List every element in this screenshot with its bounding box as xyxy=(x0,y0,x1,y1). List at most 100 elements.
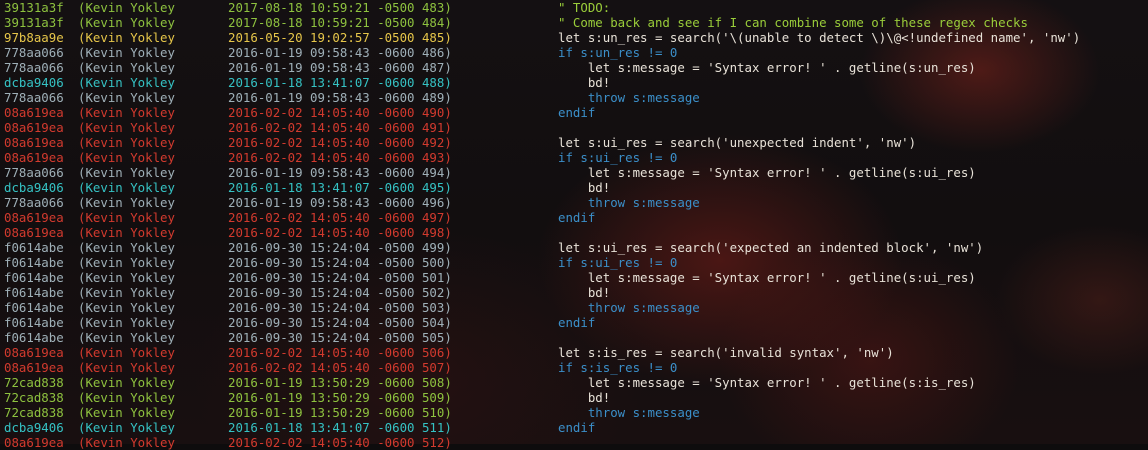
blame-line[interactable]: dcba9406 (Kevin Yokley 2016-01-18 13:41:07… xyxy=(4,75,452,90)
code-line[interactable]: let s:message = 'Syntax error! ' . getli… xyxy=(558,60,1080,75)
code-line[interactable]: bd! xyxy=(558,285,1080,300)
code-line[interactable]: if s:ui_res != 0 xyxy=(558,255,1080,270)
blame-line[interactable]: 08a619ea (Kevin Yokley 2016-02-02 14:05:40… xyxy=(4,435,452,450)
commit-author: (Kevin Yokley xyxy=(78,240,175,255)
blame-line[interactable]: f0614abe (Kevin Yokley 2016-09-30 15:24:04… xyxy=(4,255,452,270)
code-line[interactable]: endif xyxy=(558,315,1080,330)
blame-line[interactable]: 39131a3f (Kevin Yokley 2017-08-18 10:59:21… xyxy=(4,0,452,15)
blame-line[interactable]: f0614abe (Kevin Yokley 2016-09-30 15:24:04… xyxy=(4,285,452,300)
commit-date-line-number: 2016-02-02 14:05:40 -0600 512) xyxy=(228,435,452,450)
commit-date-line-number: 2016-09-30 15:24:04 -0500 500) xyxy=(228,255,452,270)
code-line[interactable] xyxy=(558,120,1080,135)
blame-line[interactable]: f0614abe (Kevin Yokley 2016-09-30 15:24:04… xyxy=(4,330,452,345)
commit-hash: f0614abe xyxy=(4,285,64,300)
blame-line[interactable]: f0614abe (Kevin Yokley 2016-09-30 15:24:04… xyxy=(4,300,452,315)
commit-author: (Kevin Yokley xyxy=(78,405,175,420)
code-line[interactable] xyxy=(558,225,1080,240)
blame-line[interactable]: 778aa066 (Kevin Yokley 2016-01-19 09:58:43… xyxy=(4,45,452,60)
commit-hash: dcba9406 xyxy=(4,75,64,90)
code-line[interactable]: let s:message = 'Syntax error! ' . getli… xyxy=(558,165,1080,180)
code-line[interactable]: throw s:message xyxy=(558,405,1080,420)
blame-line[interactable]: f0614abe (Kevin Yokley 2016-09-30 15:24:04… xyxy=(4,240,452,255)
commit-author: (Kevin Yokley xyxy=(78,45,175,60)
blame-line[interactable]: 08a619ea (Kevin Yokley 2016-02-02 14:05:40… xyxy=(4,135,452,150)
blame-line[interactable]: 39131a3f (Kevin Yokley 2017-08-18 10:59:21… xyxy=(4,15,452,30)
commit-hash: f0614abe xyxy=(4,315,64,330)
commit-hash: dcba9406 xyxy=(4,180,64,195)
commit-date-line-number: 2016-09-30 15:24:04 -0500 499) xyxy=(228,240,452,255)
code-line[interactable]: endif xyxy=(558,210,1080,225)
blame-line[interactable]: 08a619ea (Kevin Yokley 2016-02-02 14:05:40… xyxy=(4,225,452,240)
commit-hash: 08a619ea xyxy=(4,345,64,360)
blame-line[interactable]: 778aa066 (Kevin Yokley 2016-01-19 09:58:43… xyxy=(4,60,452,75)
code-line[interactable]: throw s:message xyxy=(558,90,1080,105)
blame-line[interactable]: f0614abe (Kevin Yokley 2016-09-30 15:24:04… xyxy=(4,315,452,330)
commit-hash: dcba9406 xyxy=(4,420,64,435)
code-line[interactable]: if s:ui_res != 0 xyxy=(558,150,1080,165)
commit-date-line-number: 2016-09-30 15:24:04 -0500 505) xyxy=(228,330,452,345)
commit-date-line-number: 2016-02-02 14:05:40 -0600 493) xyxy=(228,150,452,165)
code-line[interactable]: if s:is_res != 0 xyxy=(558,360,1080,375)
code-line[interactable]: bd! xyxy=(558,75,1080,90)
source-code-pane[interactable]: " TODO: " Come back and see if I can comb… xyxy=(558,0,1080,450)
commit-date-line-number: 2016-05-20 19:02:57 -0500 485) xyxy=(228,30,452,45)
blame-line[interactable]: 72cad838 (Kevin Yokley 2016-01-19 13:50:29… xyxy=(4,390,452,405)
code-line[interactable] xyxy=(558,435,1080,450)
blame-line[interactable]: 08a619ea (Kevin Yokley 2016-02-02 14:05:40… xyxy=(4,345,452,360)
code-line[interactable]: let s:ui_res = search('unexpected indent… xyxy=(558,135,1080,150)
code-line[interactable] xyxy=(558,330,1080,345)
commit-author: (Kevin Yokley xyxy=(78,165,175,180)
blame-line[interactable]: 778aa066 (Kevin Yokley 2016-01-19 09:58:43… xyxy=(4,90,452,105)
blame-line[interactable]: 08a619ea (Kevin Yokley 2016-02-02 14:05:40… xyxy=(4,120,452,135)
commit-hash: 778aa066 xyxy=(4,60,64,75)
commit-author: (Kevin Yokley xyxy=(78,315,175,330)
blame-line[interactable]: 08a619ea (Kevin Yokley 2016-02-02 14:05:40… xyxy=(4,150,452,165)
blame-line[interactable]: dcba9406 (Kevin Yokley 2016-01-18 13:41:07… xyxy=(4,180,452,195)
commit-hash: 72cad838 xyxy=(4,405,64,420)
commit-hash: f0614abe xyxy=(4,255,64,270)
commit-hash: 08a619ea xyxy=(4,435,64,450)
blame-line[interactable]: 97b8aa9e (Kevin Yokley 2016-05-20 19:02:57… xyxy=(4,30,452,45)
commit-date-line-number: 2016-01-19 13:50:29 -0600 510) xyxy=(228,405,452,420)
blame-line[interactable]: 72cad838 (Kevin Yokley 2016-01-19 13:50:29… xyxy=(4,405,452,420)
commit-hash: 39131a3f xyxy=(4,15,64,30)
code-line[interactable]: " Come back and see if I can combine som… xyxy=(558,15,1080,30)
code-line[interactable]: if s:un_res != 0 xyxy=(558,45,1080,60)
code-line[interactable]: let s:message = 'Syntax error! ' . getli… xyxy=(558,375,1080,390)
code-line[interactable]: endif xyxy=(558,105,1080,120)
code-line[interactable]: bd! xyxy=(558,180,1080,195)
code-line[interactable]: let s:ui_res = search('expected an inden… xyxy=(558,240,1080,255)
git-blame-pane[interactable]: 39131a3f (Kevin Yokley 2017-08-18 10:59:21… xyxy=(4,0,452,450)
code-line[interactable]: let s:message = 'Syntax error! ' . getli… xyxy=(558,270,1080,285)
commit-author: (Kevin Yokley xyxy=(78,150,175,165)
code-line[interactable]: let s:is_res = search('invalid syntax', … xyxy=(558,345,1080,360)
commit-date-line-number: 2016-01-19 13:50:29 -0600 509) xyxy=(228,390,452,405)
blame-line[interactable]: dcba9406 (Kevin Yokley 2016-01-18 13:41:07… xyxy=(4,420,452,435)
commit-author: (Kevin Yokley xyxy=(78,75,175,90)
commit-hash: f0614abe xyxy=(4,240,64,255)
commit-author: (Kevin Yokley xyxy=(78,120,175,135)
code-line[interactable]: throw s:message xyxy=(558,195,1080,210)
code-line[interactable]: throw s:message xyxy=(558,300,1080,315)
commit-author: (Kevin Yokley xyxy=(78,60,175,75)
blame-line[interactable]: 08a619ea (Kevin Yokley 2016-02-02 14:05:40… xyxy=(4,105,452,120)
commit-author: (Kevin Yokley xyxy=(78,135,175,150)
code-line[interactable]: endif xyxy=(558,420,1080,435)
commit-date-line-number: 2016-09-30 15:24:04 -0500 502) xyxy=(228,285,452,300)
blame-line[interactable]: 08a619ea (Kevin Yokley 2016-02-02 14:05:40… xyxy=(4,360,452,375)
commit-author: (Kevin Yokley xyxy=(78,255,175,270)
blame-line[interactable]: 778aa066 (Kevin Yokley 2016-01-19 09:58:43… xyxy=(4,165,452,180)
commit-date-line-number: 2016-02-02 14:05:40 -0600 506) xyxy=(228,345,452,360)
code-line[interactable]: bd! xyxy=(558,390,1080,405)
blame-line[interactable]: 778aa066 (Kevin Yokley 2016-01-19 09:58:43… xyxy=(4,195,452,210)
commit-hash: 72cad838 xyxy=(4,375,64,390)
commit-author: (Kevin Yokley xyxy=(78,270,175,285)
blame-line[interactable]: f0614abe (Kevin Yokley 2016-09-30 15:24:04… xyxy=(4,270,452,285)
commit-author: (Kevin Yokley xyxy=(78,390,175,405)
code-line[interactable]: " TODO: xyxy=(558,0,1080,15)
commit-date-line-number: 2016-09-30 15:24:04 -0500 501) xyxy=(228,270,452,285)
commit-hash: 08a619ea xyxy=(4,225,64,240)
blame-line[interactable]: 72cad838 (Kevin Yokley 2016-01-19 13:50:29… xyxy=(4,375,452,390)
blame-line[interactable]: 08a619ea (Kevin Yokley 2016-02-02 14:05:40… xyxy=(4,210,452,225)
code-line[interactable]: let s:un_res = search('\(unable to detec… xyxy=(558,30,1080,45)
